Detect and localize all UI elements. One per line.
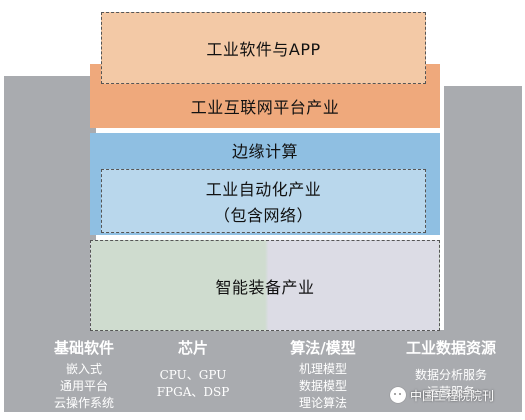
foundation-item: 数据分析服务 <box>414 368 487 382</box>
automation-layer: 工业自动化产业 （包含网络） <box>101 169 426 233</box>
foundation-item: FPGA、DSP <box>156 385 230 399</box>
watermark-text: 中国工程院院刊 <box>410 388 495 403</box>
foundation-col-basic-software: 基础软件 嵌入式 通用平台 云操作系统 <box>34 337 134 412</box>
foundation-item: 数据模型 <box>298 379 347 393</box>
equipment-layer: 智能装备产业 <box>90 240 440 331</box>
foundation-item: 理论算法 <box>298 396 347 410</box>
foundation-title: 工业数据资源 <box>405 339 496 357</box>
foundation-item: 通用平台 <box>59 379 108 393</box>
foundation-item: 嵌入式 <box>65 362 102 376</box>
watermark: 中国工程院院刊 <box>390 384 520 406</box>
software-layer-title: 工业软件与APP <box>206 40 321 59</box>
automation-title: 工业自动化产业 <box>205 180 322 199</box>
foundation-item: 机理模型 <box>298 362 347 376</box>
foundation-col-algorithms: 算法/模型 机理模型 数据模型 理论算法 <box>268 337 378 412</box>
equipment-layer-title: 智能装备产业 <box>215 277 315 297</box>
foundation-item: CPU、GPU <box>159 368 227 382</box>
automation-subtitle: （包含网络） <box>213 206 313 225</box>
wechat-logo-icon <box>390 387 406 403</box>
foundation-title: 算法/模型 <box>290 339 356 357</box>
foundation-title: 芯片 <box>177 339 208 357</box>
platform-layer-title: 工业互联网平台产业 <box>190 98 340 117</box>
foundation-item: 云操作系统 <box>53 396 114 410</box>
foundation-title: 基础软件 <box>53 339 114 357</box>
software-layer: 工业软件与APP <box>101 12 426 84</box>
foundation-col-chips: 芯片 CPU、GPU FPGA、DSP <box>143 337 243 401</box>
edge-computing-title: 边缘计算 <box>231 142 298 161</box>
